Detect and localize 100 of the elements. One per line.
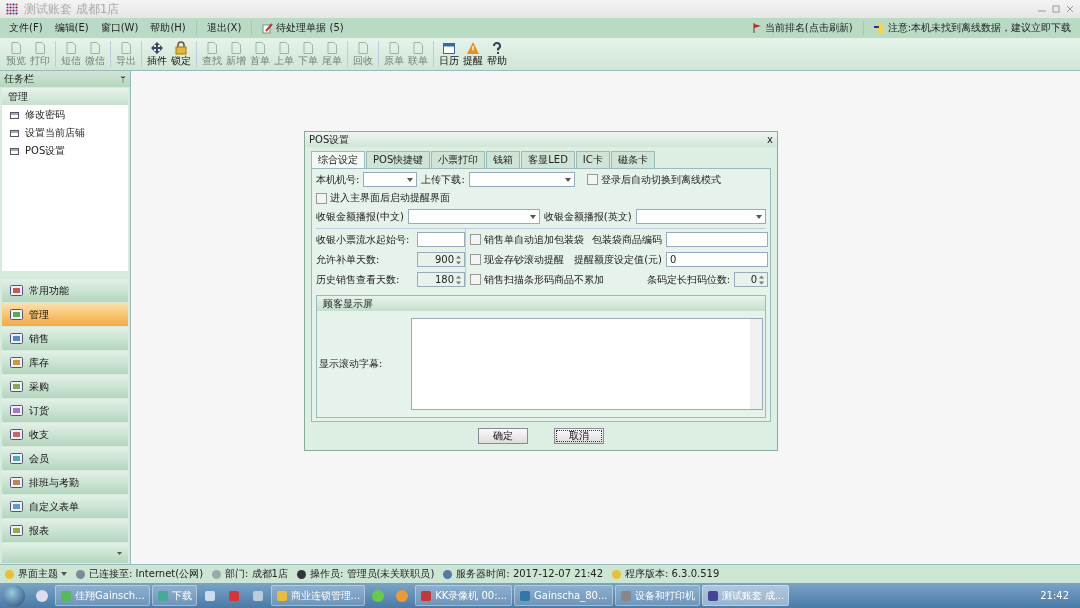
upload-download-dropdown[interactable]: [468, 172, 575, 187]
document-icon: [229, 40, 243, 55]
app-icon: [420, 589, 433, 602]
nav-item[interactable]: 库存: [2, 351, 128, 374]
status-item: 部门: 成都1店: [211, 567, 288, 581]
status-item: 操作员: 管理员(未关联职员): [296, 567, 435, 581]
tile-icon: [10, 453, 23, 464]
nav-item[interactable]: 管理: [2, 303, 128, 326]
nav-item[interactable]: 报表: [2, 519, 128, 542]
tab[interactable]: 客显LED: [521, 151, 575, 168]
start-button[interactable]: [3, 584, 25, 607]
tile-icon: [10, 501, 23, 512]
cancel-button[interactable]: 取消: [554, 428, 604, 444]
pin-icon[interactable]: ᛘ: [120, 73, 126, 85]
document-icon: [33, 40, 47, 55]
nav-item[interactable]: 销售: [2, 327, 128, 350]
window-icon: [10, 129, 19, 137]
tile-icon: [10, 333, 23, 344]
nav-item[interactable]: 常用功能: [2, 279, 128, 302]
input-field[interactable]: [666, 232, 768, 247]
caret-icon: [407, 177, 414, 182]
status-icon: [611, 568, 622, 580]
task-item[interactable]: 修改密码: [2, 108, 128, 122]
number-field[interactable]: 900: [417, 252, 465, 267]
machine-number-dropdown[interactable]: [363, 172, 418, 187]
field-label: 显示滚动字幕:: [319, 357, 384, 371]
tab[interactable]: POS快捷键: [366, 151, 431, 168]
tab[interactable]: 磁条卡: [610, 151, 655, 168]
warning-icon: [466, 40, 480, 55]
task-item[interactable]: POS设置: [2, 144, 128, 158]
number-field[interactable]: 180: [417, 272, 465, 287]
task-item[interactable]: 设置当前店铺: [2, 126, 128, 140]
nav-item[interactable]: 自定义表单: [2, 495, 128, 518]
chevron-icon[interactable]: [117, 551, 122, 555]
app-logo-icon: [6, 3, 18, 15]
number-field[interactable]: 0: [734, 272, 768, 287]
menu-item[interactable]: 窗口(W): [95, 21, 144, 35]
tile-icon: [10, 525, 23, 536]
document-icon: [301, 40, 315, 55]
menu-item[interactable]: 文件(F): [4, 21, 48, 35]
app-icon: [706, 589, 719, 602]
menu-item[interactable]: 退出(X): [201, 21, 247, 35]
close-icon[interactable]: [1066, 5, 1074, 13]
caret-icon: [529, 214, 536, 219]
field-label: 收银金额播报(英文): [543, 209, 632, 224]
ok-button[interactable]: 确定: [478, 428, 528, 444]
notice-link[interactable]: 注意:本机未找到离线数据，建议立即下载: [868, 21, 1076, 35]
tab[interactable]: 综合设定: [311, 151, 365, 168]
text-area[interactable]: [411, 318, 763, 410]
field-label: 收银小票流水起始号:: [316, 232, 410, 247]
menu-item[interactable]: 帮助(H): [145, 21, 191, 35]
caret-icon: [564, 177, 571, 182]
tile-icon: [10, 477, 23, 488]
nav-item[interactable]: 订货: [2, 399, 128, 422]
menu-item[interactable]: 编辑(E): [49, 21, 94, 35]
toolbar-button[interactable]: 插件: [145, 40, 169, 68]
status-item[interactable]: 界面主题: [4, 567, 67, 581]
caret-icon: [61, 572, 67, 576]
app-icon: [519, 589, 532, 602]
checkbox[interactable]: [470, 274, 481, 285]
input-field[interactable]: [417, 232, 465, 247]
tab[interactable]: IC卡: [575, 151, 610, 168]
toolbar-button[interactable]: 帮助: [485, 40, 509, 68]
field-label: 包装袋商品编码: [592, 232, 662, 247]
tab[interactable]: 钱箱: [486, 151, 521, 168]
checkbox[interactable]: [586, 174, 598, 185]
clock: 21:42: [1039, 590, 1070, 601]
nav-item[interactable]: 采购: [2, 375, 128, 398]
window-icon: [10, 111, 19, 119]
toolbar-button[interactable]: 提醒: [461, 40, 485, 68]
status-icon: [442, 568, 454, 580]
checkbox[interactable]: [470, 254, 481, 265]
checkbox[interactable]: [316, 192, 327, 204]
field-label: 本机机号:: [316, 172, 360, 187]
document-icon: [64, 40, 78, 55]
field-label: 允许补单天数:: [316, 252, 380, 267]
checkbox-label: 现金存钞滚动提醒: [484, 252, 564, 267]
maximize-icon[interactable]: [1052, 5, 1060, 13]
close-button[interactable]: x: [767, 134, 773, 145]
toolbar-button[interactable]: 锁定: [169, 40, 193, 68]
tile-icon: [10, 429, 23, 440]
calendar-icon: [442, 40, 456, 55]
status-item: 程序版本: 6.3.0.519: [611, 567, 720, 581]
tab[interactable]: 小票打印: [431, 151, 486, 168]
app-icon: [156, 589, 169, 602]
document-icon: [325, 40, 339, 55]
field-label: 收银金额播报(中文): [316, 209, 404, 224]
ranking-link[interactable]: 当前排名(点击刷新): [747, 21, 858, 35]
voice-dropdown[interactable]: [635, 209, 766, 224]
checkbox[interactable]: [470, 234, 481, 245]
toolbar-button[interactable]: 日历: [437, 40, 461, 68]
app-icon: [60, 589, 72, 602]
nav-item[interactable]: 会员: [2, 447, 128, 470]
menu-item[interactable]: 待处理单据 (5): [257, 21, 349, 35]
checkbox-label: 销售单自动追加包装袋: [484, 232, 584, 247]
voice-dropdown[interactable]: [407, 209, 540, 224]
nav-item[interactable]: 收支: [2, 423, 128, 446]
input-field[interactable]: 0: [666, 252, 768, 267]
document-icon: [119, 40, 133, 55]
nav-item[interactable]: 排班与考勤: [2, 471, 128, 494]
